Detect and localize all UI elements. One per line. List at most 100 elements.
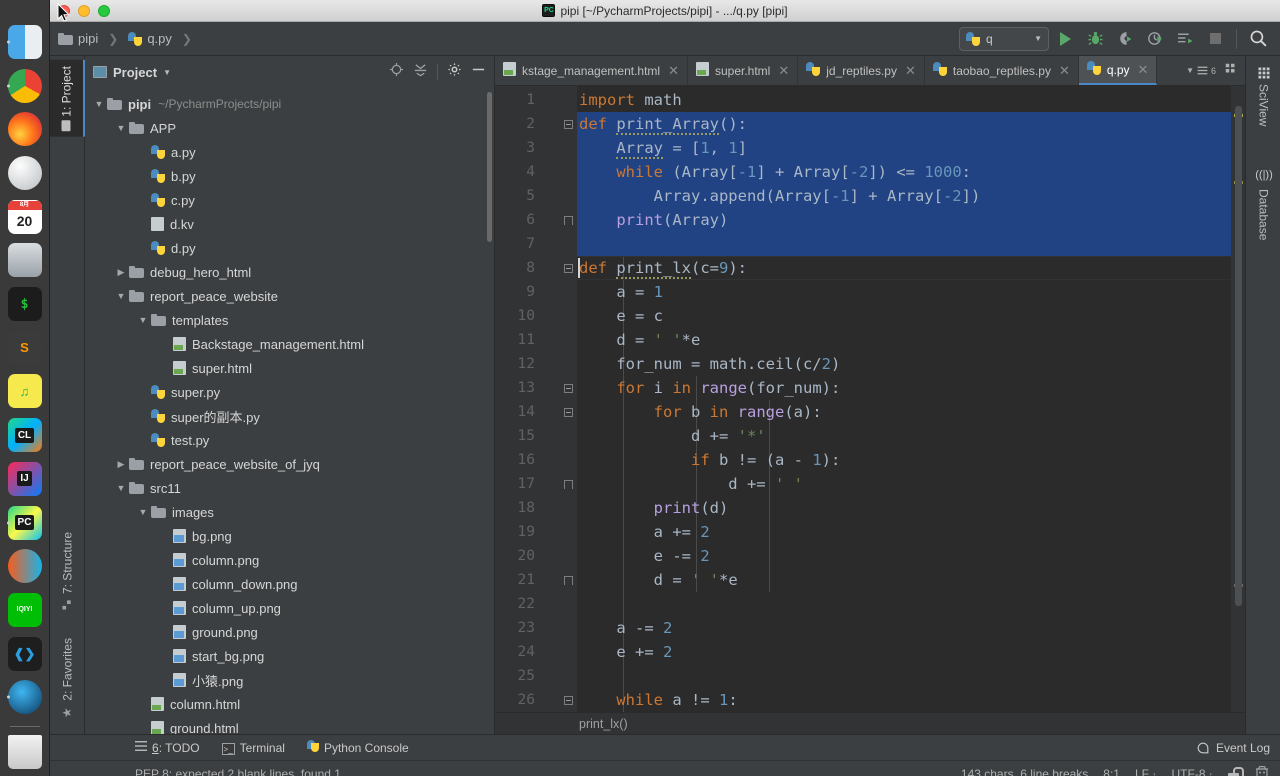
tree-node[interactable]: Backstage_management.html [85, 332, 494, 356]
editor-marker-bar[interactable] [1231, 86, 1245, 712]
tool-window-terminal[interactable]: >_ Terminal [221, 741, 285, 755]
line-separator-selector[interactable]: LF ↕ [1135, 767, 1157, 776]
code-line[interactable]: while a != 1: [577, 688, 737, 712]
editor-tab[interactable]: taobao_reptiles.py ✕ [925, 56, 1079, 85]
fold-collapse-icon[interactable] [563, 383, 574, 394]
dock-item-media-player[interactable] [6, 546, 44, 586]
chevron-down-icon[interactable]: ▼ [113, 123, 129, 133]
run-coverage-button[interactable] [1111, 26, 1139, 52]
run-button[interactable] [1051, 26, 1079, 52]
code-line[interactable]: for b in range(a): [577, 400, 822, 424]
fold-collapse-icon[interactable] [563, 695, 574, 706]
hector-icon[interactable] [1254, 764, 1270, 776]
code-line[interactable]: d += '*' [577, 424, 766, 448]
tree-node[interactable]: test.py [85, 428, 494, 452]
code-line[interactable]: for_num = math.ceil(c/2) [577, 352, 840, 376]
dock-item-chrome[interactable] [6, 66, 44, 106]
chevron-down-icon[interactable]: ▼ [91, 99, 107, 109]
chevron-right-icon[interactable]: ▶ [113, 459, 129, 470]
chevron-down-icon[interactable]: ▼ [113, 483, 129, 493]
tree-node[interactable]: super.py [85, 380, 494, 404]
breadcrumb-file[interactable]: q.py [128, 31, 172, 46]
tree-node[interactable]: column.png [85, 548, 494, 572]
close-tab-icon[interactable]: ✕ [778, 63, 789, 79]
dock-item-calendar[interactable]: 8月 20 [6, 197, 44, 237]
code-line[interactable]: d = ' '*e [577, 568, 738, 592]
tool-window-todo[interactable]: 6: TODO [135, 740, 200, 755]
dock-item-terminal[interactable]: $ [6, 284, 44, 324]
tool-window-python-console[interactable]: Python Console [306, 740, 409, 755]
editor-tab[interactable]: super.html ✕ [688, 56, 799, 85]
run-console-button[interactable] [1171, 26, 1199, 52]
dock-item-trash[interactable] [6, 732, 44, 772]
code-line[interactable]: a -= 2 [577, 616, 672, 640]
code-line[interactable]: a = 1 [577, 280, 663, 304]
dock-item-sublime-text[interactable]: S [6, 328, 44, 368]
fold-end-icon[interactable] [563, 575, 574, 586]
collapse-all-action[interactable] [413, 62, 428, 82]
code-line[interactable] [577, 592, 579, 616]
editor-tab[interactable]: kstage_management.html ✕ [495, 56, 688, 85]
close-tab-icon[interactable]: ✕ [1059, 63, 1070, 79]
tree-node[interactable]: column_up.png [85, 596, 494, 620]
dock-item-intellij-idea[interactable]: IJ [6, 459, 44, 499]
fold-end-icon[interactable] [563, 479, 574, 490]
fold-collapse-icon[interactable] [563, 407, 574, 418]
code-line[interactable] [577, 232, 579, 256]
tree-node[interactable]: ▼ APP [85, 116, 494, 140]
code-line[interactable]: Array = [1, 1] [577, 136, 747, 160]
fold-end-icon[interactable] [563, 215, 574, 226]
dock-item-pycharm[interactable]: PC [6, 503, 44, 543]
tree-node[interactable]: column_down.png [85, 572, 494, 596]
editor-tab[interactable]: q.py ✕ [1078, 56, 1158, 85]
fold-collapse-icon[interactable] [563, 119, 574, 130]
dock-item-launchpad[interactable] [6, 153, 44, 193]
code-line[interactable]: Array.append(Array[-1] + Array[-2]) [577, 184, 981, 208]
dock-item-vscode[interactable]: ❰❯ [6, 634, 44, 674]
locate-file-action[interactable] [389, 62, 404, 82]
close-tab-icon[interactable]: ✕ [905, 63, 916, 79]
tree-node[interactable]: column.html [85, 692, 494, 716]
dock-item-firefox[interactable] [6, 109, 44, 149]
code-line[interactable]: def print_lx(c=9): [577, 256, 747, 280]
debug-button[interactable] [1081, 26, 1109, 52]
tree-node[interactable]: super.html [85, 356, 494, 380]
close-tab-icon[interactable]: ✕ [668, 63, 679, 79]
tree-node[interactable]: super的副本.py [85, 404, 494, 428]
dock-item-music[interactable]: ♫ [6, 372, 44, 412]
dock-item-clion[interactable]: CL [6, 415, 44, 455]
event-log-button[interactable]: Event Log [1196, 741, 1280, 755]
project-file-tree[interactable]: ▼ pipi ~/PycharmProjects/pipi ▼ APP a.py b.py c… [85, 88, 494, 734]
editor-code-content[interactable]: import math def print_Array(): Array = [1… [577, 86, 1245, 712]
tree-node[interactable]: 小猿.png [85, 668, 494, 692]
editor-gutter[interactable]: 1 2 3 4 5 6 7 8 9 10 11 12 13 14 15 16 17 18 19 20 21 22 23 24 2… [495, 86, 577, 712]
run-configuration-selector[interactable]: q ▼ [959, 26, 1049, 51]
code-line[interactable]: def print_Array(): [577, 112, 747, 136]
editor-tab[interactable]: jd_reptiles.py ✕ [798, 56, 925, 85]
chevron-right-icon[interactable]: ▶ [113, 267, 129, 278]
code-line[interactable]: e += 2 [577, 640, 672, 664]
tree-node[interactable]: b.py [85, 164, 494, 188]
chevron-down-icon[interactable]: ▼ [163, 68, 171, 77]
hide-action[interactable] [471, 62, 486, 82]
grid-view-button[interactable] [1224, 62, 1238, 79]
fold-collapse-icon[interactable] [563, 263, 574, 274]
tree-node[interactable]: a.py [85, 140, 494, 164]
code-line[interactable]: import math [577, 88, 682, 112]
dock-item-qq[interactable] [6, 678, 44, 718]
tree-node[interactable]: bg.png [85, 524, 494, 548]
tool-window-database[interactable]: ((|)) Database [1246, 160, 1280, 246]
dock-item-iqiyi[interactable]: IQIYI [6, 590, 44, 630]
encoding-selector[interactable]: UTF-8 ↕ [1172, 767, 1214, 776]
editor-breadcrumb[interactable]: print_lx() [495, 712, 1245, 734]
tree-node[interactable]: ▼ images [85, 500, 494, 524]
code-line[interactable]: e -= 2 [577, 544, 710, 568]
caret-position[interactable]: 8:1 [1103, 767, 1120, 776]
breadcrumb-project[interactable]: pipi [58, 31, 98, 46]
tool-window-favorites[interactable]: ★ 2: Favorites [50, 632, 85, 726]
chevron-down-icon[interactable]: ▼ [113, 291, 129, 301]
tree-node[interactable]: c.py [85, 188, 494, 212]
code-line[interactable]: print(Array) [577, 208, 728, 232]
tree-node[interactable]: d.py [85, 236, 494, 260]
tree-node[interactable]: ▼ src11 [85, 476, 494, 500]
